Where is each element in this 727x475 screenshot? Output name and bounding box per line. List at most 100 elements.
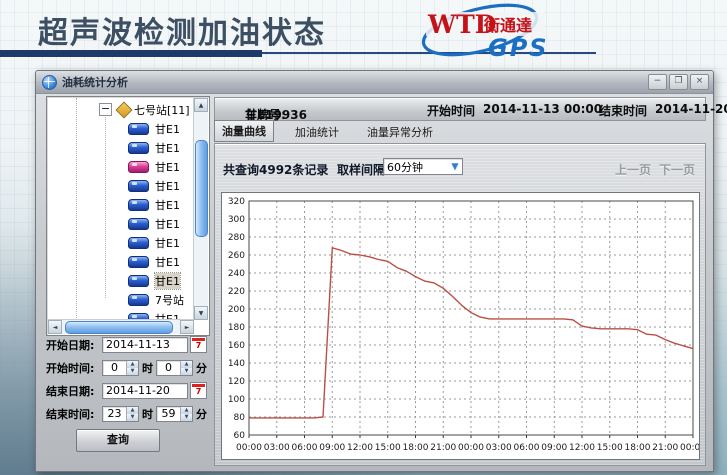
station-icon [116,101,133,118]
page-background: 超声波检测加油状态 WTD 衛通達 GPS 油耗统计分析 − ❐ × [0,0,727,475]
svg-text:80: 80 [234,413,246,423]
spin-up-icon[interactable]: ▲ [181,361,192,368]
svg-text:06:00: 06:00 [514,443,540,453]
tree-node-vehicle[interactable]: 7号站 [48,290,194,309]
svg-text:280: 280 [228,233,245,243]
analysis-tabs: 油量曲线 加油统计 油量异常分析 [214,124,440,142]
tree-node-label: 甘E1 [155,216,180,232]
scroll-right-icon[interactable]: ► [180,320,194,334]
next-page-link[interactable]: 下一页 [659,161,695,178]
svg-text:03:00: 03:00 [486,443,512,453]
svg-text:180: 180 [228,323,245,333]
fuel-level-chart: 6080100120140160180200220240260280300320… [221,192,700,460]
tree-vertical-scrollbar[interactable]: ▲ ▼ [193,98,208,320]
tree-node-vehicle[interactable]: 甘E1 [48,119,194,138]
minute-unit-label: 分 [196,360,207,376]
fuel-stats-window: 油耗统计分析 − ❐ × 七号站[11]甘E1甘E1甘E1甘E1甘E1甘E1甘E… [35,70,714,472]
tree-node-label: 甘E1 [155,197,180,213]
scroll-down-icon[interactable]: ▼ [194,306,208,320]
vehicle-icon [128,199,149,211]
tree-node-vehicle[interactable]: 甘E1 [48,176,194,195]
vehicle-icon [128,218,149,230]
minute-unit-label: 分 [196,406,207,422]
tab-refuel-stats[interactable]: 加油统计 [288,122,346,142]
svg-text:120: 120 [228,377,245,387]
svg-text:18:00: 18:00 [625,443,651,453]
scrollbar-thumb[interactable] [65,321,173,334]
tab-fuel-anomaly[interactable]: 油量异常分析 [360,122,440,142]
tree-node-vehicle[interactable]: 甘E1 [48,271,194,290]
tree-node-vehicle[interactable]: 甘E1 [48,214,194,233]
scroll-left-icon[interactable]: ◄ [48,320,62,334]
svg-text:15:00: 15:00 [597,443,623,453]
end-date-calendar-button[interactable]: 7 [190,382,207,399]
dropdown-arrow-icon: ▼ [448,162,462,172]
start-hour-stepper[interactable]: 0 ▲▼ [102,360,139,376]
end-hour-stepper[interactable]: 23 ▲▼ [102,406,139,422]
scroll-up-icon[interactable]: ▲ [194,98,208,112]
tree-node-vehicle[interactable]: 甘E1 [48,138,194,157]
title-underline-thick [0,50,262,57]
spin-up-icon[interactable]: ▲ [127,407,138,414]
svg-text:100: 100 [228,395,245,405]
sample-interval-label: 取样间隔 [337,161,385,178]
tree-horizontal-scrollbar[interactable]: ◄ ► [48,319,194,334]
restore-button[interactable]: ❐ [669,74,688,90]
svg-text:00:00: 00:00 [680,443,699,453]
spin-up-icon[interactable]: ▲ [181,407,192,414]
spin-down-icon[interactable]: ▼ [127,368,138,375]
tree-node-vehicle[interactable]: 甘E1 [48,195,194,214]
svg-text:220: 220 [228,287,245,297]
spin-down-icon[interactable]: ▼ [181,414,192,421]
tree-node-label: 甘E1 [155,178,180,194]
vehicle-info-bar: 车牌号:甘E19936 开始时间 2014-11-13 00:00 结束时间 2… [214,97,706,121]
query-button[interactable]: 查询 [76,429,160,452]
start-date-label: 开始日期: [46,337,102,353]
tab-fuel-curve[interactable]: 油量曲线 [214,120,274,142]
end-date-input[interactable]: 2014-11-20 [102,383,188,399]
vehicle-icon [128,161,149,173]
tree-node-vehicle[interactable]: 甘E1 [48,252,194,271]
svg-text:320: 320 [228,197,245,207]
scrollbar-thumb[interactable] [195,140,208,237]
start-minute-stepper[interactable]: 0 ▲▼ [156,360,193,376]
svg-text:09:00: 09:00 [541,443,567,453]
svg-text:260: 260 [228,251,245,261]
end-time-label: 结束时间: [46,406,102,422]
tree-node-station[interactable]: 七号站[11] [48,100,194,119]
svg-text:15:00: 15:00 [375,443,401,453]
start-date-input[interactable]: 2014-11-13 [102,337,188,353]
window-title: 油耗统计分析 [62,74,128,90]
svg-text:12:00: 12:00 [569,443,595,453]
hour-unit-label: 时 [142,406,153,422]
tree-node-vehicle[interactable]: 甘E1 [48,157,194,176]
vehicle-icon [128,142,149,154]
end-minute-stepper[interactable]: 59 ▲▼ [156,406,193,422]
end-time-value: 2014-11-20 23:59 [655,102,727,116]
window-titlebar[interactable]: 油耗统计分析 − ❐ × [36,71,713,94]
spin-down-icon[interactable]: ▼ [127,414,138,421]
sample-interval-select[interactable]: 60分钟 ▼ [383,158,463,175]
svg-text:03:00: 03:00 [264,443,290,453]
start-time-caption: 开始时间 [427,102,475,119]
tree-node-label: 七号站[11] [134,102,190,118]
vehicle-tree[interactable]: 七号站[11]甘E1甘E1甘E1甘E1甘E1甘E1甘E1甘E1甘E17号站甘E1 [48,98,194,320]
minimize-button[interactable]: − [648,74,667,90]
svg-text:09:00: 09:00 [319,443,345,453]
spin-down-icon[interactable]: ▼ [181,368,192,375]
logo-swoosh-icon: WTD 衛通達 GPS [408,0,560,62]
svg-text:06:00: 06:00 [292,443,318,453]
vehicle-icon [128,237,149,249]
close-button[interactable]: × [690,74,709,90]
tree-node-vehicle[interactable]: 甘E1 [48,233,194,252]
spin-up-icon[interactable]: ▲ [127,361,138,368]
start-date-calendar-button[interactable]: 7 [190,336,207,353]
prev-page-link[interactable]: 上一页 [615,161,651,178]
tree-node-label: 甘E1 [155,121,180,137]
svg-text:160: 160 [228,341,245,351]
svg-text:60: 60 [234,431,246,441]
globe-icon [42,75,57,90]
tree-collapse-icon[interactable] [99,103,112,116]
wtd-gps-logo: WTD 衛通達 GPS [408,0,560,62]
svg-text:12:00: 12:00 [347,443,373,453]
